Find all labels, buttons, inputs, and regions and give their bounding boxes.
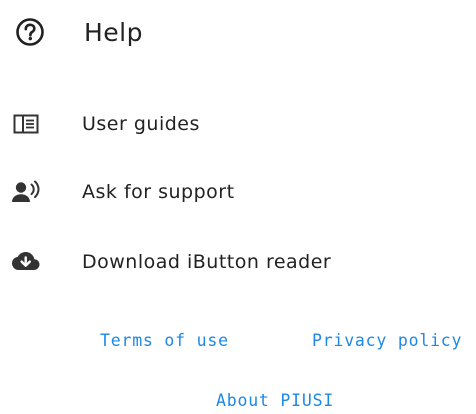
menu-item-ask-support[interactable]: Ask for support bbox=[0, 172, 440, 212]
cloud-download-icon bbox=[9, 245, 43, 279]
menu-item-label: Download iButton reader bbox=[82, 251, 332, 273]
privacy-policy-link[interactable]: Privacy policy bbox=[312, 331, 462, 350]
terms-of-use-link[interactable]: Terms of use bbox=[100, 331, 229, 350]
menu-item-label: Ask for support bbox=[82, 181, 235, 203]
page-title: Help bbox=[84, 17, 143, 47]
help-header: Help bbox=[14, 12, 143, 52]
support-agent-icon bbox=[9, 175, 43, 209]
help-circle-icon bbox=[14, 16, 46, 48]
menu-item-download-ibutton[interactable]: Download iButton reader bbox=[0, 242, 440, 282]
menu-item-label: User guides bbox=[82, 113, 200, 135]
book-icon bbox=[9, 107, 43, 141]
about-piusi-link[interactable]: About PIUSI bbox=[216, 391, 334, 410]
menu-item-user-guides[interactable]: User guides bbox=[0, 104, 440, 144]
